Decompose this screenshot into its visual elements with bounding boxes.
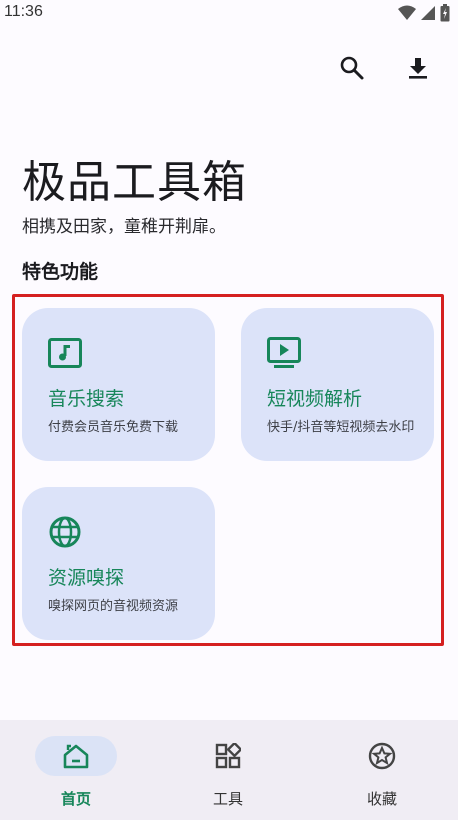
nav-indicator: [187, 736, 269, 776]
signal-icon: [421, 6, 435, 20]
status-bar: 11:36: [0, 0, 458, 26]
download-icon: [409, 58, 427, 79]
card-title: 资源嗅探: [48, 567, 125, 589]
nav-label: 工具: [212, 790, 243, 808]
search-icon: [340, 56, 364, 80]
feature-card-video-parse[interactable]: 短视频解析 快手/抖音等短视频去水印: [241, 308, 434, 461]
card-description: 嗅探网页的音视频资源: [48, 599, 179, 614]
card-description: 付费会员音乐免费下载: [48, 420, 179, 435]
bottom-nav: 首页 工具 收藏: [0, 720, 458, 820]
nav-label: 收藏: [366, 790, 397, 808]
globe-icon: [49, 516, 81, 548]
top-actions: [338, 54, 432, 82]
card-title: 短视频解析: [267, 388, 363, 410]
star-icon: [368, 742, 396, 770]
nav-indicator: [35, 736, 117, 776]
wifi-icon: [398, 5, 416, 20]
card-description: 快手/抖音等短视频去水印: [267, 420, 415, 435]
feature-card-music-search[interactable]: 音乐搜索 付费会员音乐免费下载: [22, 308, 215, 461]
nav-indicator: [341, 736, 423, 776]
grid-tools-icon: [215, 743, 241, 769]
search-button[interactable]: [338, 54, 366, 82]
status-time: 11:36: [4, 3, 43, 20]
music-note-icon: [48, 338, 82, 368]
section-title: 特色功能: [22, 261, 99, 283]
nav-item-favorites[interactable]: 收藏: [306, 720, 458, 820]
page-title: 极品工具箱: [22, 157, 247, 208]
battery-icon: [440, 4, 450, 22]
card-title: 音乐搜索: [48, 388, 125, 410]
page-subtitle: 相携及田家，童稚开荆扉。: [22, 217, 226, 237]
download-button[interactable]: [404, 54, 432, 82]
nav-item-home[interactable]: 首页: [0, 720, 152, 820]
feature-card-resource-sniff[interactable]: 资源嗅探 嗅探网页的音视频资源: [22, 487, 215, 640]
nav-item-tools[interactable]: 工具: [152, 720, 304, 820]
status-icons: [398, 4, 450, 22]
home-icon: [63, 744, 89, 769]
video-play-icon: [267, 337, 301, 368]
nav-label: 首页: [60, 790, 91, 808]
